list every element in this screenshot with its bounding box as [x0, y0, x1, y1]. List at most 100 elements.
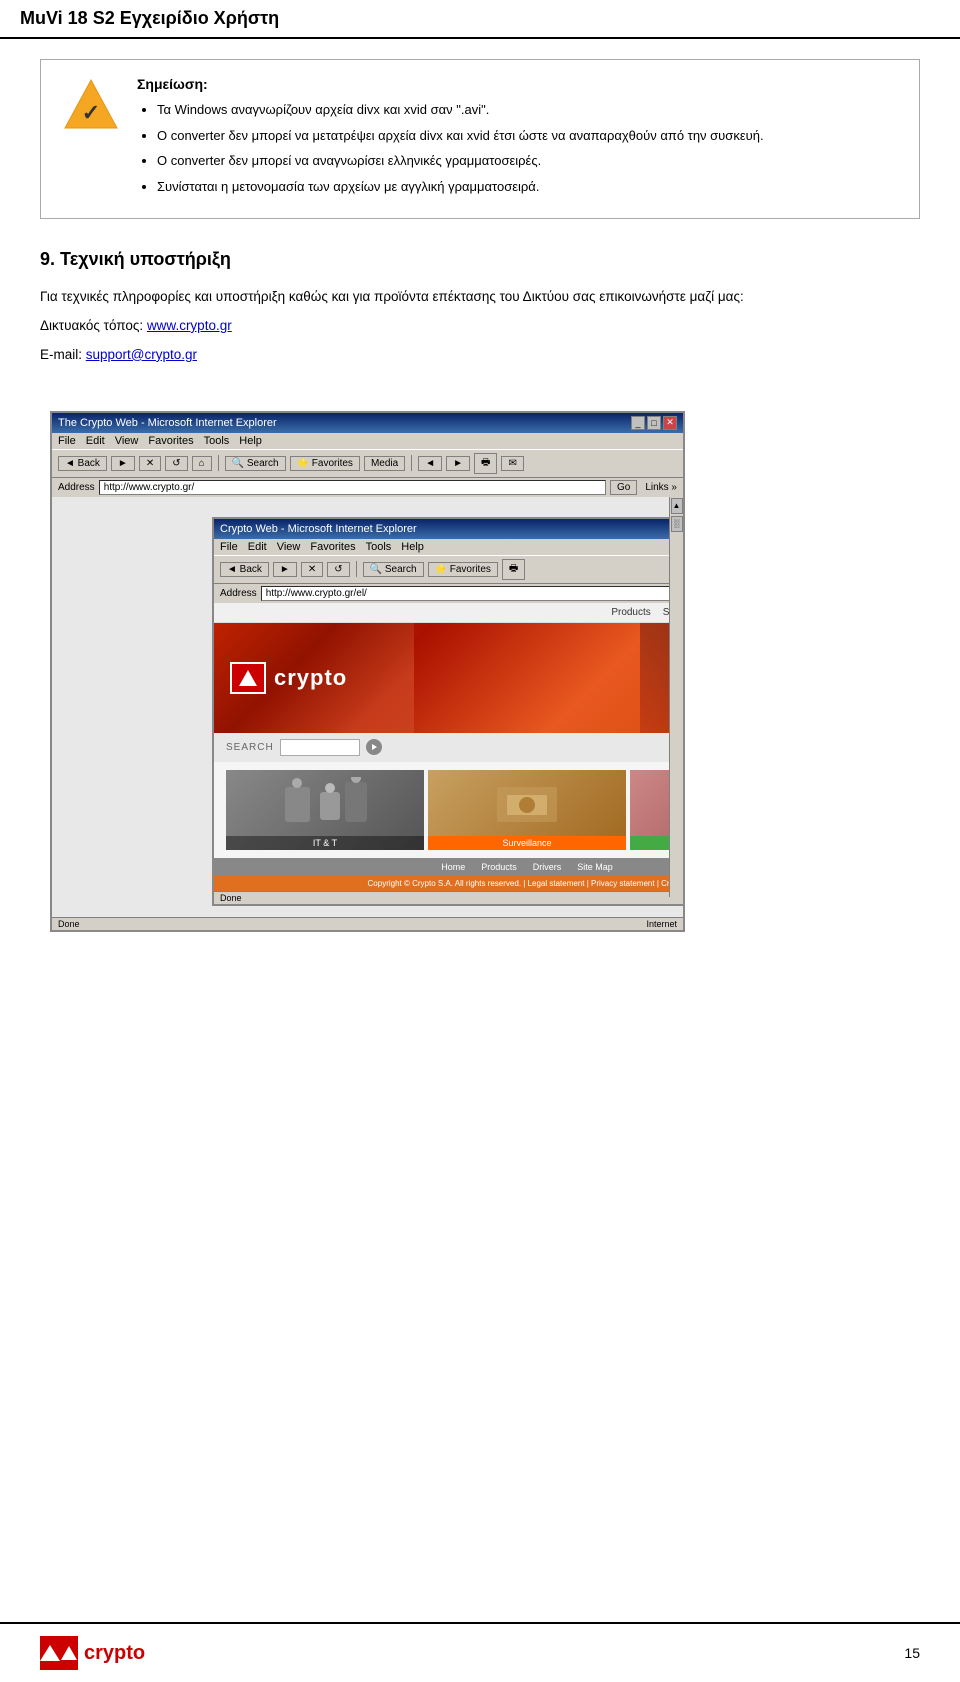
footer-link-products[interactable]: Products	[481, 862, 517, 872]
inner-browser-toolbar: ◄ Back ► ✕ ↺ 🔍 Search ⭐ Favorites 🖶	[214, 555, 683, 584]
warning-icon: ✓	[61, 76, 121, 136]
toolbar-separator-2	[411, 455, 412, 471]
footer-logo: crypto	[40, 1636, 145, 1670]
inner-stop-button[interactable]: ✕	[301, 562, 323, 577]
email-label: E-mail:	[40, 347, 86, 362]
mail-button[interactable]: ✉	[501, 456, 523, 471]
inner-browser-titlebar: Crypto Web - Microsoft Internet Explorer…	[214, 519, 683, 539]
go-button[interactable]: Go	[610, 480, 637, 495]
outer-browser-title: The Crypto Web - Microsoft Internet Expl…	[58, 417, 277, 429]
section-body-1: Για τεχνικές πληροφορίες και υποστήριξη …	[40, 286, 920, 309]
minimize-button[interactable]: _	[631, 416, 645, 430]
footer-link-sitemap[interactable]: Site Map	[577, 862, 613, 872]
product-label-it: IT & T	[226, 836, 424, 850]
inner-back-button[interactable]: ◄ Back	[220, 562, 269, 577]
product-card-it[interactable]: IT & T	[226, 770, 424, 850]
menu-view[interactable]: View	[115, 435, 139, 447]
back-button[interactable]: ◄ Back	[58, 456, 107, 471]
inner-favorites-button[interactable]: ⭐ Favorites	[428, 562, 498, 577]
print-button[interactable]: 🖶	[474, 453, 497, 474]
menu-favorites[interactable]: Favorites	[148, 435, 193, 447]
inner-menu-file[interactable]: File	[220, 541, 238, 553]
crypto-footer-nav: Home Products Drivers Site Map	[214, 858, 683, 876]
crypto-logo-svg	[238, 669, 258, 687]
page-header: MuVi 18 S2 Εγχειρίδιο Χρήστη	[0, 0, 960, 39]
menu-tools[interactable]: Tools	[204, 435, 230, 447]
crypto-logo-area: crypto	[230, 662, 347, 694]
crypto-search-input[interactable]	[280, 739, 360, 756]
crypto-search-go-button[interactable]	[366, 739, 382, 755]
address-input[interactable]	[99, 480, 606, 495]
inner-toolbar-separator	[356, 561, 357, 577]
menu-help[interactable]: Help	[239, 435, 262, 447]
page-footer: crypto 15	[0, 1622, 960, 1682]
note-title: Σημείωση:	[137, 76, 899, 92]
inner-menu-edit[interactable]: Edit	[248, 541, 267, 553]
note-item-1: Τα Windows αναγνωρίζουν αρχεία divx και …	[157, 100, 899, 120]
outer-browser-statusbar: Done Internet	[52, 917, 683, 930]
titlebar-buttons: _ □ ✕	[631, 416, 677, 430]
inner-browser-title: Crypto Web - Microsoft Internet Explorer	[220, 523, 417, 535]
close-button[interactable]: ✕	[663, 416, 677, 430]
crypto-search-bar: SEARCH	[214, 733, 683, 762]
crypto-banner: crypto Communicating the world	[214, 623, 683, 733]
footer-logo-svg	[60, 1637, 78, 1669]
address-label: Address	[58, 482, 95, 493]
refresh-button[interactable]: ↺	[165, 456, 187, 471]
inner-menu-tools[interactable]: Tools	[366, 541, 392, 553]
note-list: Τα Windows αναγνωρίζουν αρχεία divx και …	[137, 100, 899, 196]
email-link[interactable]: support@crypto.gr	[86, 347, 197, 362]
browser-container: The Crypto Web - Microsoft Internet Expl…	[40, 387, 690, 907]
outer-browser-body: ▲ ░ Crypto Web - Microsoft Internet Expl…	[52, 497, 683, 917]
go-icon	[370, 743, 378, 751]
nav-products[interactable]: Products	[611, 607, 650, 618]
scroll-thumb[interactable]: ░	[671, 516, 683, 532]
inner-forward-button[interactable]: ►	[273, 562, 297, 577]
website-link[interactable]: www.crypto.gr	[147, 318, 232, 333]
note-item-2: Ο converter δεν μπορεί να μετατρέψει αρχ…	[157, 126, 899, 146]
next-button[interactable]: ►	[446, 456, 470, 471]
main-content: ✓ Σημείωση: Τα Windows αναγνωρίζουν αρχε…	[0, 39, 960, 927]
note-box: ✓ Σημείωση: Τα Windows αναγνωρίζουν αρχε…	[40, 59, 920, 219]
maximize-button[interactable]: □	[647, 416, 661, 430]
section-title: Τεχνική υποστήριξη	[60, 249, 231, 269]
prev-button[interactable]: ◄	[418, 456, 442, 471]
home-button[interactable]: ⌂	[192, 456, 212, 471]
crypto-footer-copyright: Copyright © Crypto S.A. All rights reser…	[214, 876, 683, 891]
crypto-logo-icon	[230, 662, 266, 694]
footer-logo-icon	[40, 1636, 78, 1670]
outer-status-right: Internet	[646, 919, 677, 929]
page-title: MuVi 18 S2 Εγχειρίδιο Χρήστη	[20, 8, 279, 29]
inner-print-button[interactable]: 🖶	[502, 559, 525, 580]
section-website: Δικτυακός τόπος: www.crypto.gr	[40, 315, 920, 338]
inner-browser-menubar: File Edit View Favorites Tools Help	[214, 539, 683, 555]
media-button[interactable]: Media	[364, 456, 405, 471]
warning-triangle-svg: ✓	[63, 78, 119, 130]
outer-browser-toolbar: ◄ Back ► ✕ ↺ ⌂ 🔍 Search ⭐ Favorites Medi…	[52, 449, 683, 478]
favorites-button[interactable]: ⭐ Favorites	[290, 456, 360, 471]
inner-refresh-button[interactable]: ↺	[327, 562, 349, 577]
forward-button[interactable]: ►	[111, 456, 135, 471]
scrollbar[interactable]: ▲ ░	[669, 497, 683, 897]
crypto-logo-text: crypto	[274, 665, 347, 691]
section-heading: 9. Τεχνική υποστήριξη	[40, 249, 920, 270]
inner-menu-view[interactable]: View	[277, 541, 301, 553]
menu-file[interactable]: File	[58, 435, 76, 447]
footer-link-home[interactable]: Home	[441, 862, 465, 872]
inner-browser-window: Crypto Web - Microsoft Internet Explorer…	[212, 517, 683, 906]
toolbar-separator-1	[218, 455, 219, 471]
stop-button[interactable]: ✕	[139, 456, 161, 471]
search-button[interactable]: 🔍 Search	[225, 456, 286, 471]
outer-status-text: Done	[58, 919, 80, 929]
inner-menu-help[interactable]: Help	[401, 541, 424, 553]
inner-address-input[interactable]	[261, 586, 683, 601]
footer-link-drivers[interactable]: Drivers	[533, 862, 562, 872]
scroll-up-button[interactable]: ▲	[671, 498, 683, 514]
menu-edit[interactable]: Edit	[86, 435, 105, 447]
surveillance-image-svg	[477, 777, 577, 832]
outer-browser-titlebar: The Crypto Web - Microsoft Internet Expl…	[52, 413, 683, 433]
inner-search-button[interactable]: 🔍 Search	[363, 562, 424, 577]
product-card-surveillance[interactable]: Surveillance	[428, 770, 626, 850]
inner-menu-favorites[interactable]: Favorites	[310, 541, 355, 553]
section-email: E-mail: support@crypto.gr	[40, 344, 920, 367]
